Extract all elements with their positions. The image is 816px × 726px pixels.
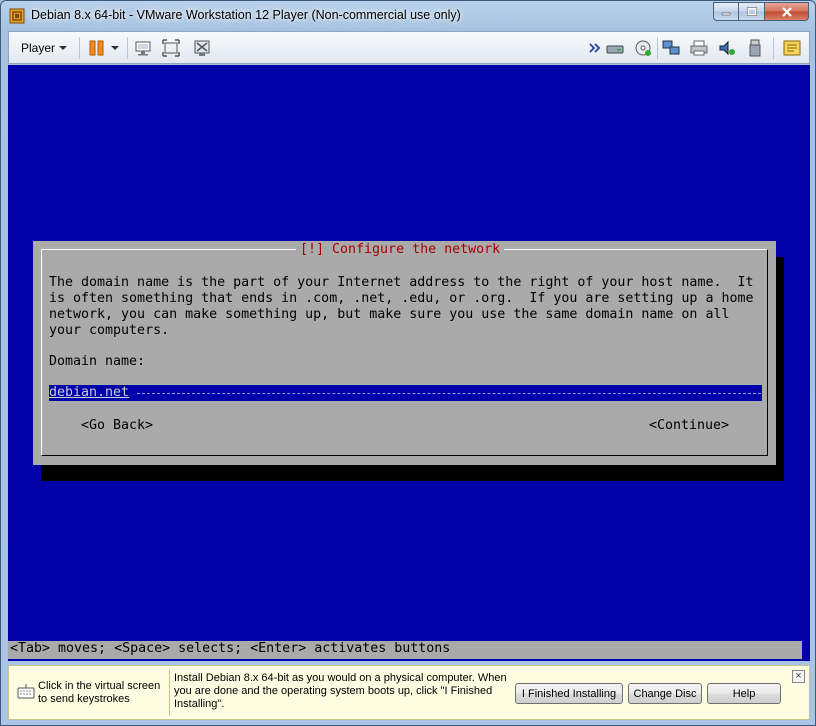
minimize-icon	[721, 12, 731, 15]
vm-console-screen[interactable]: [!] Configure the network The domain nam…	[8, 65, 810, 661]
network-adapter-icon[interactable]	[661, 38, 681, 58]
maximize-icon	[746, 7, 757, 16]
send-ctrl-alt-del-icon[interactable]	[133, 38, 153, 58]
vmware-app-icon	[9, 8, 25, 24]
sound-card-icon[interactable]	[717, 38, 737, 58]
domain-description: The domain name is the part of your Inte…	[49, 275, 754, 338]
toolbar-separator	[127, 37, 128, 59]
title-bar[interactable]: Debian 8.x 64-bit - VMware Workstation 1…	[1, 1, 815, 31]
keyboard-icon	[17, 684, 35, 699]
change-disc-button[interactable]: Change Disc	[628, 683, 702, 704]
toolbar: Player	[8, 31, 810, 64]
domain-name-value: debian.net	[49, 385, 130, 400]
installer-status-line: <Tab> moves; <Space> selects; <Enter> ac…	[8, 641, 810, 659]
hint-separator	[169, 670, 170, 716]
configure-network-dialog: [!] Configure the network The domain nam…	[33, 241, 776, 465]
player-menu[interactable]: Player	[21, 41, 68, 55]
pause-dropdown-icon[interactable]	[109, 38, 121, 58]
domain-name-label: Domain name:	[49, 354, 146, 369]
fit-guest-icon[interactable]	[161, 38, 181, 58]
install-instructions: Install Debian 8.x 64-bit as you would o…	[174, 672, 507, 710]
unity-icon[interactable]	[192, 38, 212, 58]
player-menu-label: Player	[21, 41, 56, 55]
minimize-button[interactable]	[713, 2, 739, 21]
window-title: Debian 8.x 64-bit - VMware Workstation 1…	[31, 8, 461, 22]
close-icon	[781, 6, 792, 17]
more-devices-icon[interactable]	[589, 38, 601, 58]
toolbar-separator	[79, 37, 80, 59]
maximize-button[interactable]	[739, 2, 765, 21]
hard-disk-icon[interactable]	[605, 38, 625, 58]
printer-icon[interactable]	[689, 38, 709, 58]
dropdown-arrow-icon	[59, 46, 68, 50]
click-screen-hint: Click in the virtual screen to send keys…	[38, 680, 161, 705]
toolbar-separator	[657, 37, 658, 59]
i-finished-installing-button[interactable]: I Finished Installing	[515, 683, 623, 704]
toolbar-separator	[773, 37, 774, 59]
close-hint-icon[interactable]: ×	[792, 670, 805, 683]
usb-device-icon[interactable]	[745, 38, 765, 58]
install-hint-bar: Click in the virtual screen to send keys…	[8, 665, 810, 720]
vmware-window: Debian 8.x 64-bit - VMware Workstation 1…	[0, 0, 816, 726]
domain-name-input[interactable]: debian.net	[49, 385, 762, 401]
go-back-button[interactable]: <Go Back>	[81, 418, 153, 434]
continue-button[interactable]: <Continue>	[649, 418, 729, 434]
close-button[interactable]	[765, 2, 809, 21]
dialog-title: [!] Configure the network	[296, 242, 505, 258]
message-log-icon[interactable]	[782, 38, 802, 58]
pause-icon[interactable]	[87, 38, 107, 58]
status-line-end	[802, 641, 810, 659]
help-button[interactable]: Help	[707, 683, 781, 704]
cd-dvd-icon[interactable]	[633, 38, 653, 58]
input-fill-line	[137, 393, 761, 394]
